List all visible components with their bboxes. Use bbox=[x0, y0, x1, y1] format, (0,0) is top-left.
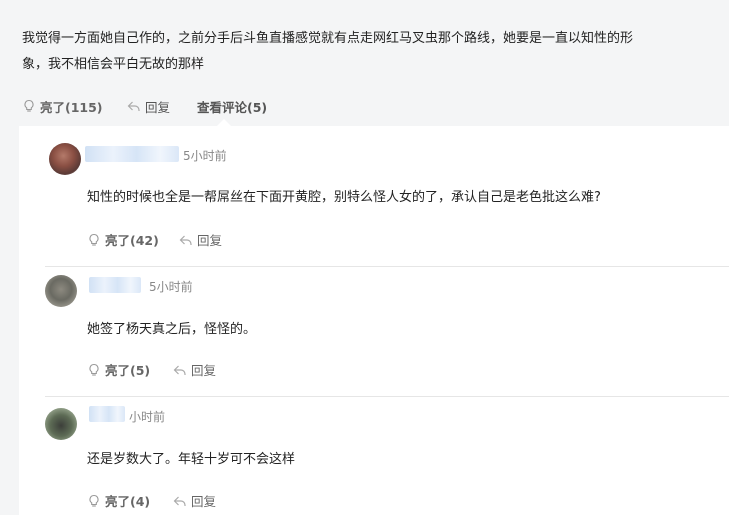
lightbulb-icon bbox=[89, 363, 99, 376]
comment-text: 她签了杨天真之后，怪怪的。 bbox=[87, 322, 257, 337]
comment-timestamp: 小时前 bbox=[129, 410, 166, 424]
post-body: 我觉得一方面她自己作的，之前分手后斗鱼直播感觉就有点走网红马叉虫那个路线，她要是… bbox=[22, 26, 702, 78]
reply-button[interactable]: 回复 bbox=[173, 491, 216, 510]
username-blurred[interactable] bbox=[85, 146, 179, 162]
username-blurred[interactable] bbox=[89, 406, 125, 422]
comment-action-bar: 亮了(42) 回复 bbox=[87, 230, 222, 249]
reply-arrow-icon bbox=[173, 365, 186, 375]
comment-timestamp: 5小时前 bbox=[149, 280, 193, 294]
view-comments-label: 查看评论(5) bbox=[197, 99, 268, 115]
lightbulb-icon bbox=[24, 99, 34, 112]
reply-button[interactable]: 回复 bbox=[173, 360, 216, 379]
comment-action-bar: 亮了(5) 回复 bbox=[87, 360, 216, 379]
like-count-label: 亮了(5) bbox=[105, 363, 151, 378]
post-text-line: 我觉得一方面她自己作的，之前分手后斗鱼直播感觉就有点走网红马叉虫那个路线，她要是… bbox=[22, 31, 634, 46]
post-text-line: 象，我不相信会平白无故的那样 bbox=[22, 57, 205, 72]
comment-text: 知性的时候也全是一帮屌丝在下面开黄腔，别特么怪人女的了，承认自己是老色批这么难? bbox=[87, 190, 601, 205]
reply-label: 回复 bbox=[145, 99, 171, 115]
comments-panel: 5小时前 知性的时候也全是一帮屌丝在下面开黄腔，别特么怪人女的了，承认自己是老色… bbox=[19, 126, 729, 515]
lightbulb-icon bbox=[89, 494, 99, 507]
comment-timestamp: 5小时前 bbox=[183, 149, 227, 163]
avatar[interactable] bbox=[45, 275, 77, 307]
reply-arrow-icon bbox=[179, 235, 192, 245]
view-comments-button[interactable]: 查看评论(5) bbox=[197, 97, 267, 116]
comment-action-bar: 亮了(4) 回复 bbox=[87, 491, 216, 510]
reply-button[interactable]: 回复 bbox=[179, 230, 222, 249]
reply-arrow-icon bbox=[173, 496, 186, 506]
comment-text: 还是岁数大了。年轻十岁可不会这样 bbox=[87, 452, 296, 467]
reply-label: 回复 bbox=[191, 494, 217, 509]
post-action-bar: 亮了(115) 回复 查看评论(5) bbox=[22, 95, 267, 117]
avatar[interactable] bbox=[49, 143, 81, 175]
reply-arrow-icon bbox=[127, 101, 140, 111]
like-count-label: 亮了(4) bbox=[105, 494, 151, 509]
lightbulb-icon bbox=[89, 233, 99, 246]
like-button[interactable]: 亮了(4) bbox=[87, 491, 173, 510]
like-count-label: 亮了(42) bbox=[105, 233, 159, 248]
reply-label: 回复 bbox=[197, 233, 223, 248]
like-button[interactable]: 亮了(42) bbox=[87, 230, 179, 249]
like-button[interactable]: 亮了(5) bbox=[87, 360, 173, 379]
reply-button[interactable]: 回复 bbox=[127, 97, 197, 116]
avatar[interactable] bbox=[45, 408, 77, 440]
like-button[interactable]: 亮了(115) bbox=[22, 97, 127, 116]
divider bbox=[45, 396, 729, 397]
username-blurred[interactable] bbox=[89, 277, 141, 293]
like-count-label: 亮了(115) bbox=[40, 99, 103, 115]
reply-label: 回复 bbox=[191, 363, 217, 378]
divider bbox=[45, 266, 729, 267]
